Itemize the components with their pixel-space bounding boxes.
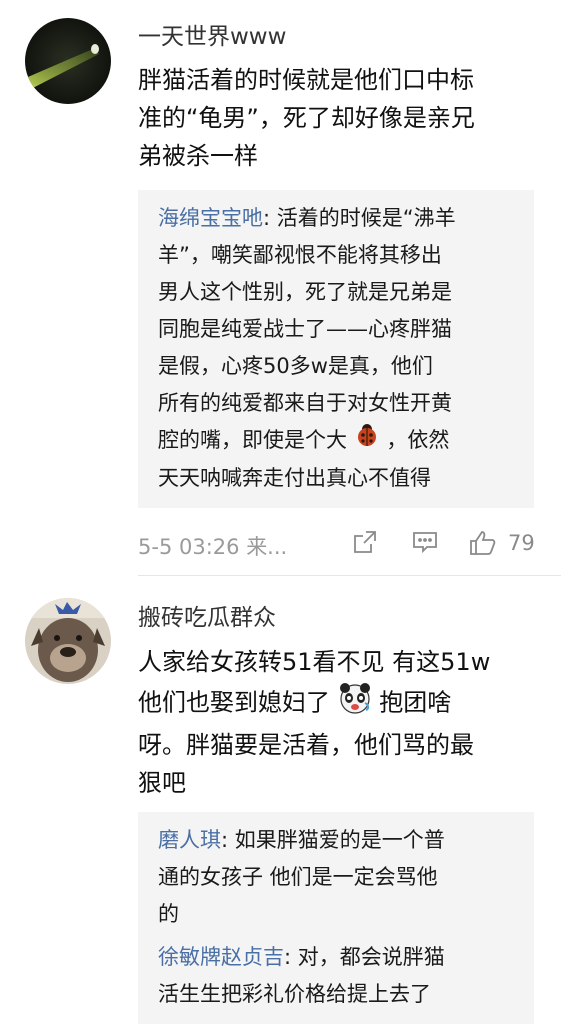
reply-box[interactable]: 海绵宝宝吔: 活着的时候是“沸羊 羊”，嘲笑鄙视恨不能将其移出 男人这个性别，死… xyxy=(138,190,534,508)
reply-text: ，依然 xyxy=(386,428,450,452)
reply-text: : 如果胖猫爱的是一个普 xyxy=(221,828,445,852)
avatar-image-dog xyxy=(25,598,111,684)
comment-icon[interactable] xyxy=(411,529,439,559)
ladybug-emoji xyxy=(354,422,380,460)
reply-text: 腔的嘴，即使是个大 xyxy=(158,428,347,452)
reply-author[interactable]: 磨人琪 xyxy=(158,828,221,852)
text-line: 胖猫活着的时候就是他们口中标 xyxy=(138,66,474,94)
text-segment: 抱团啥 xyxy=(379,688,452,717)
username[interactable]: 一天世界www xyxy=(138,17,286,51)
text-line: 狠吧 xyxy=(138,769,186,797)
text-segment: 他们也娶到媳妇了 xyxy=(138,688,330,717)
reply-line: 通的女孩子 他们是一定会骂他 xyxy=(158,865,438,889)
text-line: 人家给女孩转51看不见 有这51w xyxy=(138,648,491,676)
reply-line: 腔的嘴，即使是个大 ，依然 xyxy=(158,422,524,460)
reply: 海绵宝宝吔: 活着的时候是“沸羊 羊”，嘲笑鄙视恨不能将其移出 男人这个性别，死… xyxy=(158,200,524,497)
reply-line: 的 xyxy=(158,902,179,926)
avatar[interactable] xyxy=(25,598,111,684)
comment-text: 胖猫活着的时候就是他们口中标 准的“龟男”，死了却好像是亲兄 弟被杀一样 xyxy=(138,61,533,175)
text-line: 呀。胖猫要是活着，他们骂的最 xyxy=(138,731,474,759)
reply-box[interactable]: 磨人琪: 如果胖猫爱的是一个普 通的女孩子 他们是一定会骂他 的 徐敏牌赵贞吉:… xyxy=(138,812,534,1024)
reply: 徐敏牌赵贞吉: 对，都会说胖猫 活生生把彩礼价格给提上去了 xyxy=(158,939,524,1013)
text-line: 准的“龟男”，死了却好像是亲兄 xyxy=(138,104,475,132)
comment-meta: 5-5 03:26 来... 79 xyxy=(138,527,535,561)
reply-line: 同胞是纯爱战士了——心疼胖猫 xyxy=(158,317,452,341)
username[interactable]: 搬砖吃瓜群众 xyxy=(138,598,276,632)
avatar[interactable] xyxy=(25,18,111,104)
reply-text: : 对，都会说胖猫 xyxy=(284,945,445,969)
avatar-image-comet xyxy=(25,18,111,104)
reply-line: 所有的纯爱都来自于对女性开黄 xyxy=(158,391,452,415)
reply-text: : 活着的时候是“沸羊 xyxy=(263,206,456,230)
share-icon[interactable] xyxy=(352,529,378,559)
panda-emoji xyxy=(338,681,372,726)
reply-line: 天天呐喊奔走付出真心不值得 xyxy=(158,466,431,490)
timestamp: 5-5 03:26 来... xyxy=(138,535,288,559)
text-line: 弟被杀一样 xyxy=(138,142,258,170)
like-icon[interactable] xyxy=(468,529,498,561)
comment-text: 人家给女孩转51看不见 有这51w 他们也娶到媳妇了 抱团啥 呀。胖猫要是活着，… xyxy=(138,643,533,802)
like-count: 79 xyxy=(508,531,535,555)
divider xyxy=(138,575,561,576)
reply-author[interactable]: 徐敏牌赵贞吉 xyxy=(158,945,284,969)
text-line: 他们也娶到媳妇了 抱团啥 xyxy=(138,681,533,726)
reply: 磨人琪: 如果胖猫爱的是一个普 通的女孩子 他们是一定会骂他 的 xyxy=(158,822,524,933)
reply-line: 活生生把彩礼价格给提上去了 xyxy=(158,982,431,1006)
reply-line: 男人这个性别，死了就是兄弟是 xyxy=(158,280,452,304)
reply-line: 是假，心疼50多w是真，他们 xyxy=(158,354,433,378)
reply-line: 羊”，嘲笑鄙视恨不能将其移出 xyxy=(158,243,442,267)
reply-author[interactable]: 海绵宝宝吔 xyxy=(158,206,263,230)
